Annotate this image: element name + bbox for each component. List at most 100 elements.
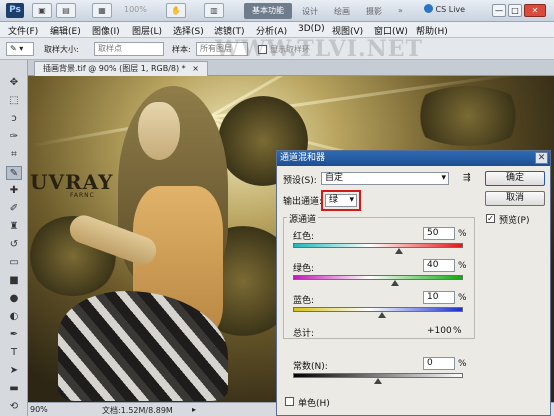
menu-3d[interactable]: 3D(D) bbox=[298, 24, 325, 34]
green-percent: % bbox=[458, 261, 467, 271]
blue-label: 蓝色: bbox=[293, 296, 315, 306]
green-value-input[interactable]: 40 bbox=[423, 259, 455, 272]
document-tab-bar: 插画背景.tif @ 90% (图层 1, RGB/8) * × bbox=[28, 60, 554, 76]
sample-label: 样本: bbox=[172, 45, 191, 54]
healing-brush-tool-icon[interactable]: ✚ bbox=[6, 184, 22, 198]
chevron-down-icon: ▾ bbox=[19, 44, 24, 53]
constant-value-input[interactable]: 0 bbox=[423, 357, 455, 370]
red-value-input[interactable]: 50 bbox=[423, 227, 455, 240]
sample-size-select[interactable]: 取样点 bbox=[94, 42, 164, 56]
eyedropper-tool-icon[interactable]: ✎ bbox=[6, 166, 22, 180]
dialog-close-button[interactable]: ✕ bbox=[535, 152, 548, 164]
total-percent: % bbox=[453, 326, 462, 336]
preview-label: 预览(P) bbox=[499, 216, 530, 226]
output-channel-select[interactable]: 绿 ▾ bbox=[325, 194, 357, 207]
menu-layer[interactable]: 图层(L) bbox=[132, 24, 162, 37]
output-channel-label: 输出通道: bbox=[283, 197, 323, 207]
blur-tool-icon[interactable]: ● bbox=[6, 292, 22, 306]
blue-value-input[interactable]: 10 bbox=[423, 291, 455, 304]
minibridge-button[interactable]: ▤ bbox=[56, 3, 76, 18]
history-brush-tool-icon[interactable]: ↺ bbox=[6, 238, 22, 252]
maximize-button[interactable]: □ bbox=[508, 4, 522, 17]
status-menu-arrow-icon[interactable]: ▸ bbox=[192, 405, 196, 414]
preset-select[interactable]: 自定 ▾ bbox=[321, 172, 449, 185]
quick-select-tool-icon[interactable]: ✑ bbox=[6, 130, 22, 144]
menu-select[interactable]: 选择(S) bbox=[173, 24, 204, 37]
canvas-subtext: FARNC bbox=[70, 192, 95, 199]
chevron-down-icon: ▾ bbox=[349, 195, 354, 205]
menu-image[interactable]: 图像(I) bbox=[92, 24, 120, 37]
dialog-title-bar: 通道混和器 ✕ bbox=[277, 151, 550, 166]
green-slider-thumb[interactable] bbox=[391, 280, 399, 286]
toolbox: ✥ ⬚ ↄ ✑ ⌗ ✎ ✚ ✐ ♜ ↺ ▭ ■ ● ◐ ✒ T ➤ ▬ ⟲ bbox=[0, 60, 28, 416]
crop-tool-icon[interactable]: ⌗ bbox=[6, 148, 22, 162]
status-zoom[interactable]: 90% bbox=[30, 405, 48, 414]
constant-percent: % bbox=[458, 359, 467, 369]
document-tab-title: 插画背景.tif @ 90% (图层 1, RGB/8) * bbox=[43, 64, 186, 73]
watermark: WWW.TLVI.NET bbox=[215, 36, 423, 62]
eyedropper-icon: ✎ bbox=[10, 44, 17, 53]
cs-live-icon bbox=[424, 4, 433, 13]
total-label: 总计: bbox=[293, 329, 315, 339]
red-percent: % bbox=[458, 229, 467, 239]
canvas-headline: UVRAY bbox=[30, 170, 114, 194]
preset-value: 自定 bbox=[325, 173, 344, 183]
title-bar: Ps ▣ ▤ ▦ 100% ✋ ▥ 基本功能 设计 绘画 摄影 » CS Liv… bbox=[0, 0, 554, 22]
hand-tool-button[interactable]: ✋ bbox=[166, 3, 186, 18]
brush-tool-icon[interactable]: ✐ bbox=[6, 202, 22, 216]
monochrome-checkbox[interactable] bbox=[285, 397, 294, 406]
dodge-tool-icon[interactable]: ◐ bbox=[6, 310, 22, 324]
blue-percent: % bbox=[458, 293, 467, 303]
green-slider[interactable] bbox=[293, 275, 463, 280]
tool-preset-picker[interactable]: ✎ ▾ bbox=[6, 42, 34, 56]
document-tab[interactable]: 插画背景.tif @ 90% (图层 1, RGB/8) * × bbox=[34, 61, 208, 76]
menu-edit[interactable]: 编辑(E) bbox=[50, 24, 81, 37]
red-label: 红色: bbox=[293, 232, 315, 242]
eraser-tool-icon[interactable]: ▭ bbox=[6, 256, 22, 270]
workspace-design[interactable]: 设计 bbox=[302, 6, 318, 17]
status-doc-info: 文档:1.52M/8.89M bbox=[102, 406, 173, 415]
close-tab-icon[interactable]: × bbox=[192, 64, 199, 73]
ok-button[interactable]: 确定 bbox=[485, 171, 545, 186]
gradient-tool-icon[interactable]: ■ bbox=[6, 274, 22, 288]
source-channels-label: 源通道 bbox=[287, 212, 319, 225]
workspace-more-button[interactable]: » bbox=[398, 6, 403, 15]
clone-stamp-tool-icon[interactable]: ♜ bbox=[6, 220, 22, 234]
channel-mixer-dialog: 通道混和器 ✕ 预设(S): 自定 ▾ ⇶ 确定 取消 ✓ 预览(P) 输出通道… bbox=[276, 150, 551, 416]
preset-label: 预设(S): bbox=[283, 176, 317, 186]
chevron-down-icon: ▾ bbox=[441, 173, 446, 183]
constant-slider-thumb[interactable] bbox=[374, 378, 382, 384]
marquee-tool-icon[interactable]: ⬚ bbox=[6, 94, 22, 108]
lasso-tool-icon[interactable]: ↄ bbox=[6, 112, 22, 126]
dialog-title: 通道混和器 bbox=[280, 153, 326, 163]
close-window-button[interactable]: ✕ bbox=[524, 4, 546, 17]
figure-face bbox=[138, 102, 180, 160]
workspace-painting[interactable]: 绘画 bbox=[334, 6, 350, 17]
cs-live-button[interactable]: CS Live bbox=[424, 4, 465, 14]
workspace-essentials[interactable]: 基本功能 bbox=[244, 3, 292, 19]
type-tool-icon[interactable]: T bbox=[6, 346, 22, 360]
workspace-photography[interactable]: 摄影 bbox=[366, 6, 382, 17]
shape-tool-icon[interactable]: ▬ bbox=[6, 382, 22, 396]
view-extras-button[interactable]: ▦ bbox=[92, 3, 112, 18]
menu-file[interactable]: 文件(F) bbox=[8, 24, 38, 37]
path-selection-tool-icon[interactable]: ➤ bbox=[6, 364, 22, 378]
red-slider[interactable] bbox=[293, 243, 463, 248]
preview-checkbox[interactable]: ✓ bbox=[486, 214, 495, 223]
blue-slider-thumb[interactable] bbox=[378, 312, 387, 318]
preset-options-icon[interactable]: ⇶ bbox=[463, 173, 471, 183]
minimize-button[interactable]: — bbox=[492, 4, 506, 17]
constant-label: 常数(N): bbox=[293, 362, 328, 372]
zoom-level[interactable]: 100% bbox=[124, 5, 147, 14]
red-slider-thumb[interactable] bbox=[395, 248, 404, 254]
monochrome-label: 单色(H) bbox=[298, 399, 330, 409]
pen-tool-icon[interactable]: ✒ bbox=[6, 328, 22, 342]
bridge-button[interactable]: ▣ bbox=[32, 3, 52, 18]
3d-rotate-tool-icon[interactable]: ⟲ bbox=[6, 400, 22, 414]
arrange-documents-button[interactable]: ▥ bbox=[204, 3, 224, 18]
sample-size-label: 取样大小: bbox=[44, 45, 79, 54]
cancel-button[interactable]: 取消 bbox=[485, 191, 545, 206]
move-tool-icon[interactable]: ✥ bbox=[6, 76, 22, 90]
photoshop-logo: Ps bbox=[6, 3, 24, 18]
green-label: 绿色: bbox=[293, 264, 315, 274]
